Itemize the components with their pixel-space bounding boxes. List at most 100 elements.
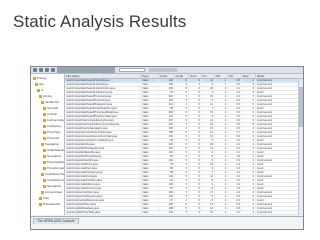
table-cell: 0 [189, 119, 202, 122]
tree-item[interactable]: ItemCell [43, 106, 64, 111]
folder-icon [43, 184, 46, 188]
table-cell: 0 [189, 111, 202, 114]
back-icon[interactable] [33, 68, 37, 72]
table-cell: 1 [215, 135, 228, 138]
column-header[interactable]: Dep [242, 74, 256, 78]
table-row[interactable]: net/pricing/db/PriceTable.java Class 154 5 0… [65, 211, 303, 215]
table-cell: 0 [189, 91, 202, 94]
table-cell: net/pricing/ui/history/CartHistoryView.j… [65, 119, 141, 122]
table-cell: Good [256, 187, 303, 190]
tree-item[interactable]: PriceView [43, 130, 64, 135]
column-header[interactable]: CC [228, 74, 242, 78]
tree-item[interactable]: ui [37, 88, 64, 93]
column-header[interactable]: Com [189, 74, 202, 78]
table-cell: 1 [215, 179, 228, 182]
tree-item[interactable]: CartHistoryController [43, 178, 64, 183]
table-cell: net/pricing/ui/dashboard/PriceCell.java [65, 99, 141, 102]
column-header[interactable]: Code [175, 74, 189, 78]
table-cell: 2.6 [228, 83, 242, 86]
table-cell: 15 [202, 111, 215, 114]
console-tab[interactable]: The GRPA UNC Console [33, 218, 79, 224]
table-cell: 91 [159, 179, 175, 182]
tree-item[interactable]: Navigation [43, 154, 64, 159]
table-cell: 214 [159, 103, 175, 106]
table-cell: net/pricing/model/Account.java [65, 187, 141, 190]
table-cell: 8 [175, 143, 189, 146]
tree-item[interactable]: ListController [43, 118, 64, 123]
column-header[interactable]: Fn [202, 74, 215, 78]
table-cell: 0 [189, 207, 202, 210]
table-cell: 132 [159, 159, 175, 162]
column-header[interactable]: Lines [159, 74, 175, 78]
table-cell: 5 [175, 175, 189, 178]
forward-icon[interactable] [39, 68, 43, 72]
tree-item[interactable]: PriceCell [43, 136, 64, 141]
tree-item[interactable]: ListCell [43, 112, 64, 117]
table-cell: 1 [215, 91, 228, 94]
table-cell: net/pricing/ui/dashboard/PriceView.java [65, 95, 141, 98]
tree-item[interactable]: ListFactory [43, 124, 64, 129]
column-header[interactable]: File Name [65, 74, 141, 78]
table-cell: Improvement [256, 195, 303, 198]
column-header[interactable]: Cls [215, 74, 228, 78]
tree-item[interactable]: PriceViewModel [43, 160, 64, 165]
tree-item-label: CartHistoryController [47, 178, 64, 182]
tree-item-label: PriceCell [47, 136, 60, 140]
tree-item[interactable]: ChartSelection [43, 148, 64, 153]
show-problems-toggle[interactable] [149, 68, 177, 72]
table-cell: 76 [159, 163, 175, 166]
table-cell: 10 [202, 163, 215, 166]
scrollbar-thumb[interactable] [299, 87, 303, 127]
table-cell: Class [141, 87, 159, 90]
table-cell: Improvement [256, 175, 303, 178]
table-cell: 1 [215, 87, 228, 90]
tree-item[interactable]: app [35, 82, 64, 87]
table-cell: 8 [202, 187, 215, 190]
folder-icon [39, 202, 42, 206]
table-cell: Improvement [256, 135, 303, 138]
table-cell: 7 [202, 107, 215, 110]
table-cell: 1.8 [228, 155, 242, 158]
table-cell: Good [256, 171, 303, 174]
tree-item[interactable]: PriceFormatter [43, 166, 64, 171]
table-cell: 1.6 [228, 179, 242, 182]
table-cell: Improvement [256, 131, 303, 134]
vertical-scrollbar[interactable] [298, 79, 303, 215]
search-input[interactable] [119, 68, 145, 72]
table-cell: Class [141, 103, 159, 106]
filter-icon[interactable] [51, 68, 55, 72]
tree-item-label: ListCell [47, 112, 57, 116]
tree-item[interactable]: dashboard [41, 100, 64, 105]
table-cell: 25 [202, 143, 215, 146]
table-cell: 0 [189, 159, 202, 162]
tree-item[interactable]: AccountView [41, 190, 64, 195]
table-cell: 4 [175, 127, 189, 130]
tree-item[interactable]: PriceHandler [39, 202, 64, 207]
table-cell: net/pricing/utils/PriceHandler.java [65, 147, 141, 150]
column-header[interactable]: Type [141, 74, 159, 78]
tree-item-label: Navigation [45, 142, 60, 146]
table-cell: 2.4 [228, 143, 242, 146]
table-cell: 1 [215, 207, 228, 210]
tree-item[interactable]: pricing [39, 94, 64, 99]
table-cell: 1 [242, 163, 256, 166]
tree-item[interactable]: CartHistoryView [41, 172, 64, 177]
tree-item[interactable]: Pricing [33, 76, 64, 81]
table-cell: Class [141, 107, 159, 110]
tree-item[interactable]: Utils [39, 196, 64, 201]
folder-icon [39, 196, 42, 200]
table-cell: 1 [215, 175, 228, 178]
column-header[interactable]: Rank [256, 74, 303, 78]
table-cell: 11 [202, 79, 215, 82]
table-cell: 1 [242, 167, 256, 170]
table-cell: Class [141, 171, 159, 174]
tree-item[interactable]: Navigation [43, 184, 64, 189]
refresh-icon[interactable] [45, 68, 49, 72]
table-cell: 4 [242, 79, 256, 82]
table-cell: 15 [202, 135, 215, 138]
table-cell: net/pricing/ui/dashboard/ListFactory.jav… [65, 91, 141, 94]
tree-item[interactable]: Navigation [41, 142, 64, 147]
table-cell: 121 [159, 115, 175, 118]
table-cell: Class [141, 179, 159, 182]
folder-icon [41, 190, 44, 194]
